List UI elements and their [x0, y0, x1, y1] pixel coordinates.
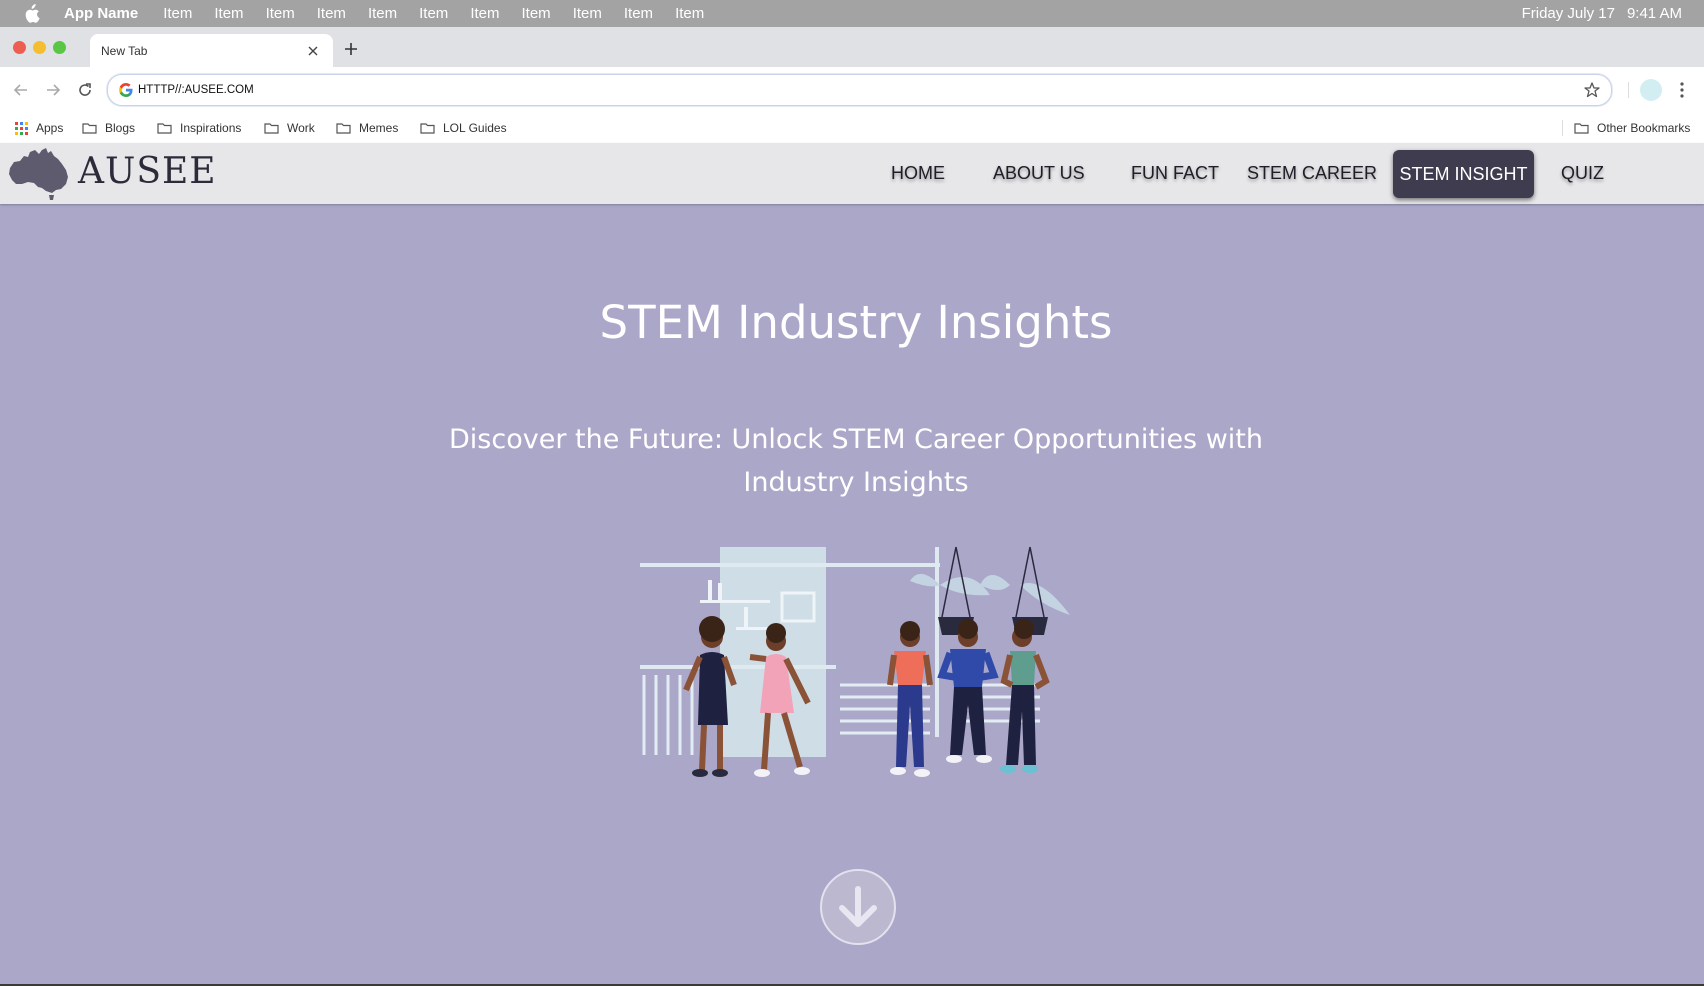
browser-tab-strip: New Tab	[0, 27, 1704, 67]
bookmark-label: Memes	[359, 121, 399, 135]
menu-item[interactable]: Item	[266, 5, 295, 22]
folder-icon	[264, 123, 279, 134]
australia-logo-icon[interactable]	[6, 146, 72, 204]
menubar-status: Friday July 17 9:41 AM	[1522, 0, 1682, 27]
browser-tab[interactable]: New Tab	[90, 34, 333, 67]
bookmark-label: Blogs	[105, 121, 136, 135]
google-icon	[119, 83, 133, 97]
profile-avatar[interactable]	[1640, 79, 1662, 101]
back-icon[interactable]	[10, 79, 32, 101]
bookmark-folder-other[interactable]: Other Bookmarks	[1574, 120, 1690, 136]
bookmark-folder-work[interactable]: Work	[264, 120, 315, 136]
zoom-window-button[interactable]	[53, 41, 66, 54]
menu-item[interactable]: Item	[573, 5, 602, 22]
brand-name[interactable]: AUSEE	[78, 151, 217, 192]
menu-item[interactable]: Item	[368, 5, 397, 22]
arrow-down-circle-icon[interactable]	[820, 869, 896, 945]
bookmark-apps[interactable]: Apps	[15, 120, 63, 136]
bookmark-label: Inspirations	[180, 121, 242, 135]
address-bar[interactable]	[107, 74, 1612, 106]
women-in-stem-illustration	[640, 546, 1070, 777]
menubar-time[interactable]: 9:41 AM	[1627, 5, 1682, 22]
menu-item[interactable]: Item	[214, 5, 243, 22]
menu-item[interactable]: Item	[470, 5, 499, 22]
nav-home[interactable]: HOME	[891, 143, 945, 204]
url-input[interactable]	[138, 81, 1538, 99]
folder-icon	[336, 123, 351, 134]
folder-icon	[1574, 123, 1589, 134]
bookmarks-bar: Apps Blogs Inspirations Work Memes LOL G…	[0, 113, 1704, 144]
apple-icon[interactable]	[22, 3, 42, 24]
bookmark-label: Work	[287, 121, 315, 135]
menu-item[interactable]: Item	[419, 5, 448, 22]
bookmark-folder-inspirations[interactable]: Inspirations	[157, 120, 241, 136]
page-title: STEM Industry Insights	[599, 296, 1113, 349]
browser-toolbar	[0, 67, 1704, 113]
bookmark-label: Other Bookmarks	[1597, 121, 1691, 135]
menu-item[interactable]: Item	[163, 5, 192, 22]
menu-item[interactable]: Item	[317, 5, 346, 22]
menu-item[interactable]: Item	[675, 5, 704, 22]
folder-icon	[157, 123, 172, 134]
bookmark-label: LOL Guides	[443, 121, 507, 135]
bookmark-folder-memes[interactable]: Memes	[336, 120, 398, 136]
bookmark-folder-lol-guides[interactable]: LOL Guides	[420, 120, 507, 136]
app-name[interactable]: App Name	[64, 5, 138, 22]
tab-title: New Tab	[101, 43, 148, 58]
nav-about-us[interactable]: ABOUT US	[993, 143, 1085, 204]
nav-stem-career[interactable]: STEM CAREER	[1247, 143, 1377, 204]
nav-fun-fact[interactable]: FUN FACT	[1131, 143, 1219, 204]
folder-icon	[420, 123, 435, 134]
more-options-icon[interactable]	[1674, 79, 1690, 101]
macos-menu-bar: App Name Item Item Item Item Item Item I…	[0, 0, 1704, 27]
menu-item[interactable]: Item	[522, 5, 551, 22]
apps-grid-icon	[15, 121, 28, 135]
menu-item[interactable]: Item	[624, 5, 653, 22]
nav-stem-insight[interactable]: STEM INSIGHT	[1393, 150, 1534, 198]
page-subtitle: Discover the Future: Unlock STEM Career …	[449, 424, 1263, 498]
close-window-button[interactable]	[13, 41, 26, 54]
bookmarks-divider	[1562, 120, 1563, 136]
close-icon[interactable]	[305, 43, 321, 59]
forward-icon[interactable]	[42, 79, 64, 101]
site-navbar: AUSEE HOME ABOUT US FUN FACT STEM CAREER…	[0, 143, 1704, 204]
toolbar-divider	[1628, 82, 1629, 98]
new-tab-button[interactable]	[342, 40, 360, 58]
bookmark-star-icon[interactable]	[1583, 81, 1601, 99]
reload-icon[interactable]	[74, 79, 96, 101]
menubar-date[interactable]: Friday July 17	[1522, 5, 1615, 22]
bookmark-folder-blogs[interactable]: Blogs	[82, 120, 135, 136]
folder-icon	[82, 123, 97, 134]
minimize-window-button[interactable]	[33, 41, 46, 54]
bookmark-label: Apps	[36, 121, 64, 135]
nav-quiz[interactable]: QUIZ	[1561, 143, 1604, 204]
